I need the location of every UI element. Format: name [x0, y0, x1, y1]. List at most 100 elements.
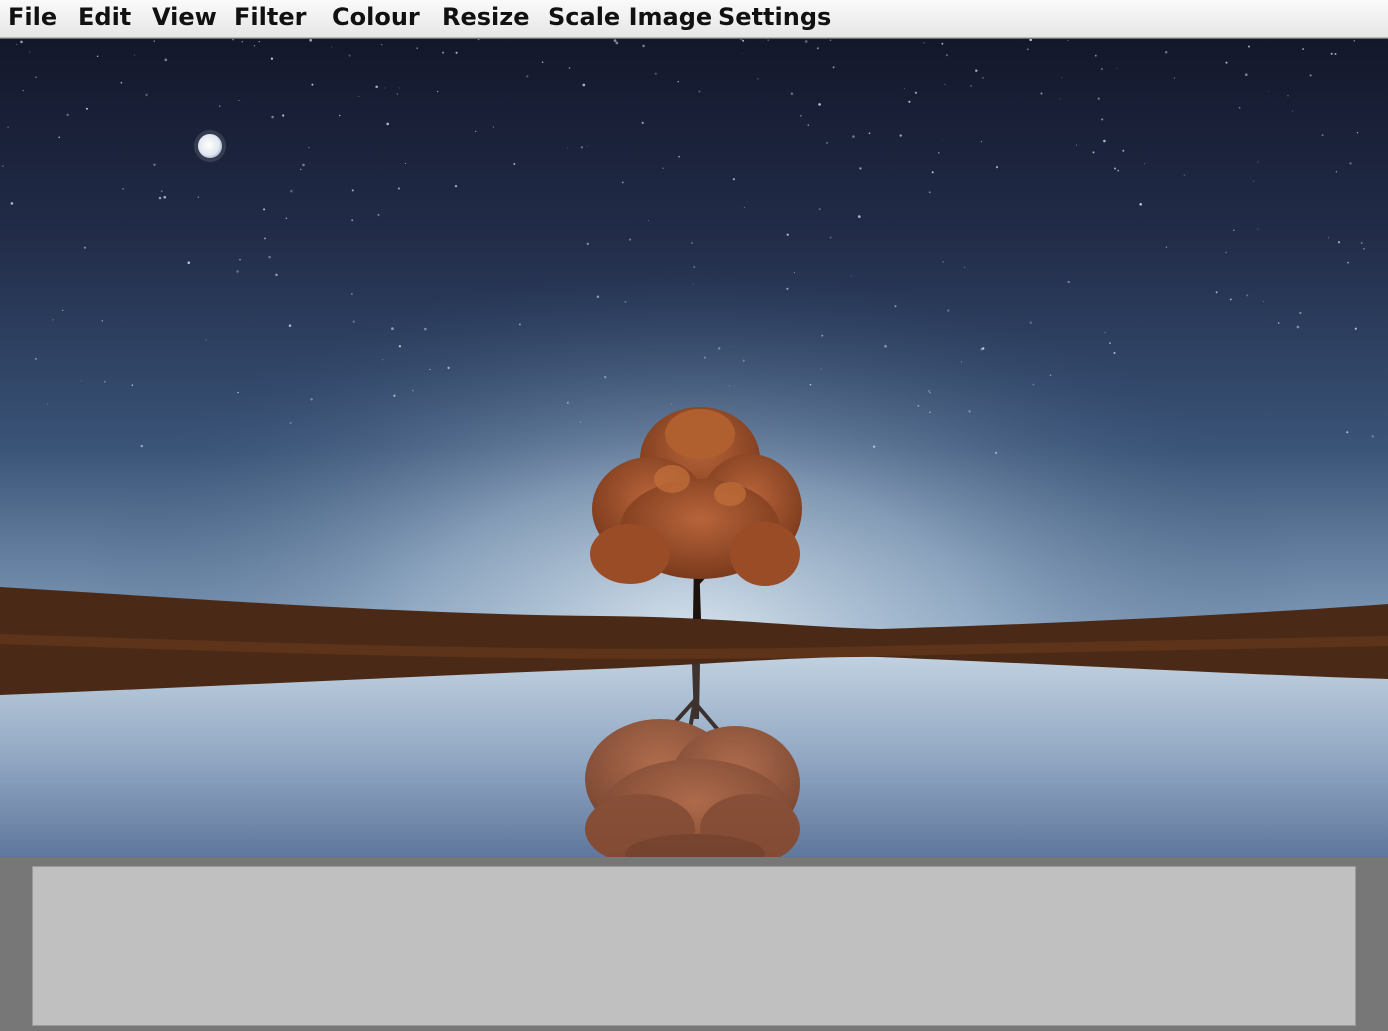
bottom-panel — [0, 857, 1388, 1031]
menu-file[interactable]: File — [8, 0, 57, 34]
star — [541, 61, 544, 63]
image-canvas[interactable] — [0, 39, 1388, 857]
star — [821, 334, 824, 337]
star — [258, 40, 260, 43]
menu-view[interactable]: View — [152, 0, 217, 34]
star — [647, 219, 649, 221]
star — [384, 87, 386, 89]
star — [964, 266, 966, 269]
star — [513, 163, 516, 165]
star — [1363, 247, 1366, 250]
star — [868, 132, 871, 135]
star — [579, 421, 582, 423]
star — [923, 42, 925, 44]
star — [492, 126, 495, 128]
star — [818, 103, 821, 106]
star — [236, 270, 239, 273]
star — [807, 124, 810, 126]
star — [1337, 241, 1341, 244]
star — [938, 152, 940, 154]
star — [358, 95, 360, 97]
star — [436, 90, 439, 93]
star — [790, 92, 794, 96]
menu-resize[interactable]: Resize — [442, 0, 530, 34]
star — [914, 91, 918, 94]
star — [928, 191, 931, 194]
star — [1117, 169, 1119, 172]
star — [786, 233, 789, 236]
star — [163, 195, 167, 199]
star — [1299, 311, 1302, 315]
star — [1296, 325, 1300, 329]
star — [1335, 170, 1338, 173]
star — [187, 261, 191, 265]
star — [101, 319, 104, 322]
star — [404, 162, 407, 165]
star — [899, 134, 902, 137]
star — [820, 368, 822, 370]
star — [455, 51, 458, 54]
star — [718, 347, 721, 350]
star — [941, 42, 944, 45]
star — [351, 219, 354, 222]
star — [1334, 53, 1337, 55]
star — [982, 347, 985, 350]
star — [829, 236, 832, 239]
menu-colour[interactable]: Colour — [332, 0, 420, 34]
star — [582, 83, 586, 87]
star — [104, 381, 106, 383]
star — [205, 339, 207, 341]
menu-filter[interactable]: Filter — [234, 0, 306, 34]
star — [1229, 298, 1232, 301]
star — [677, 80, 679, 83]
star — [1183, 174, 1186, 176]
star — [308, 146, 310, 149]
star — [809, 383, 812, 386]
star — [1277, 322, 1280, 324]
star — [1287, 95, 1289, 97]
star — [300, 168, 302, 171]
star — [1349, 162, 1352, 165]
star — [894, 305, 897, 308]
star — [1215, 291, 1218, 294]
star — [160, 190, 163, 193]
star — [1103, 139, 1106, 143]
star — [818, 208, 821, 211]
star — [928, 390, 930, 392]
star — [1244, 73, 1248, 77]
star — [603, 375, 607, 379]
star — [800, 114, 802, 117]
star — [122, 187, 124, 190]
star — [678, 155, 680, 158]
star — [804, 40, 808, 43]
star — [52, 319, 54, 321]
star — [16, 43, 18, 45]
star — [311, 83, 314, 86]
star — [375, 85, 379, 89]
star — [1257, 228, 1259, 230]
star — [1094, 54, 1097, 57]
star — [1347, 261, 1349, 264]
star — [62, 309, 64, 311]
star — [398, 87, 400, 89]
menu-settings[interactable]: Settings — [718, 0, 831, 34]
star — [253, 45, 256, 47]
menu-scale-image[interactable]: Scale Image — [548, 0, 712, 34]
star — [1076, 144, 1078, 146]
star — [1143, 163, 1145, 165]
menu-edit[interactable]: Edit — [78, 0, 131, 34]
star — [857, 215, 861, 218]
star — [908, 100, 911, 103]
output-text-area[interactable] — [32, 866, 1356, 1026]
star — [393, 394, 396, 397]
star — [1327, 237, 1329, 239]
star — [1040, 92, 1043, 95]
star — [829, 39, 832, 41]
star — [732, 178, 736, 181]
star — [268, 255, 271, 259]
star — [850, 275, 852, 277]
star — [288, 324, 292, 327]
star — [786, 287, 789, 290]
star — [518, 323, 521, 326]
star — [447, 366, 450, 370]
